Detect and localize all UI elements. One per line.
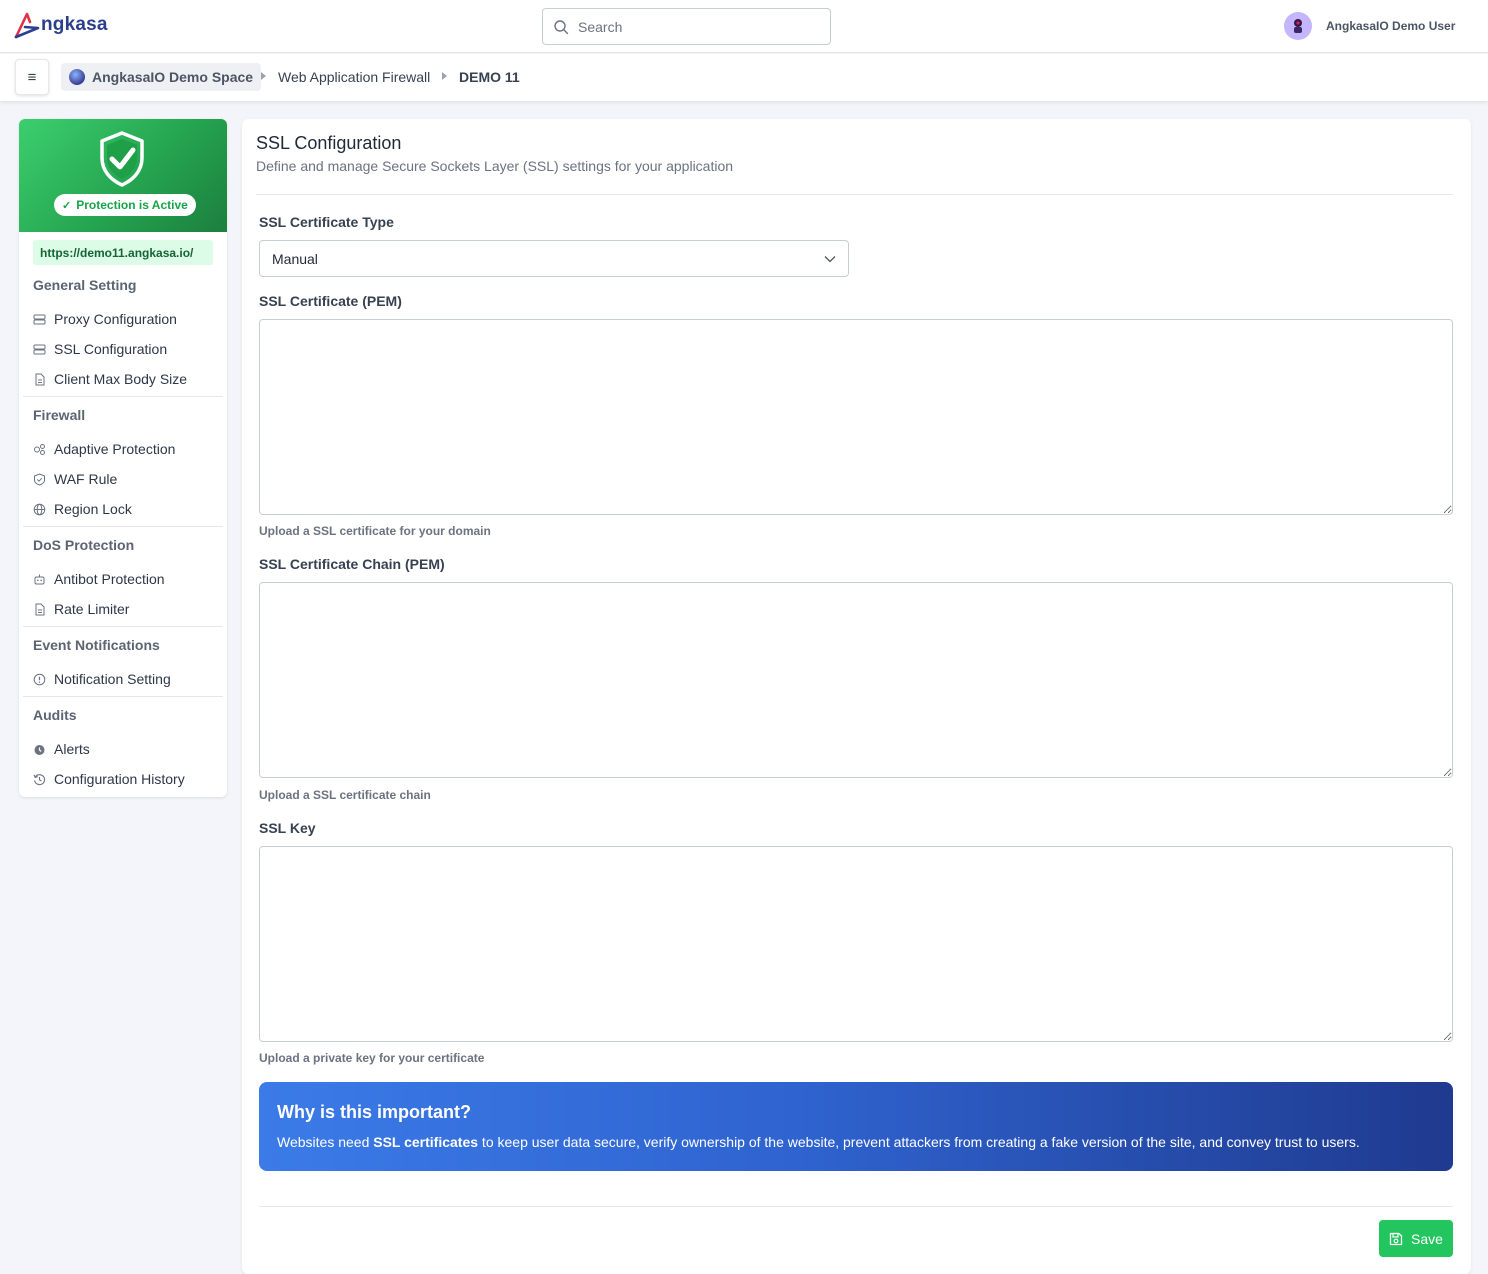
info-banner: Why is this important? Websites need SSL… <box>259 1082 1453 1171</box>
brand-name: ngkasa <box>41 14 108 35</box>
sidebar-item-label: Client Max Body Size <box>54 371 188 387</box>
divider <box>23 696 223 697</box>
server-icon <box>33 343 46 356</box>
ssl-key-help: Upload a private key for your certificat… <box>259 1051 485 1065</box>
chevron-down-icon <box>824 255 836 262</box>
section-title-dos: DoS Protection <box>33 537 135 553</box>
chevron-right-icon <box>261 72 266 80</box>
sidebar-item-adaptive-protection[interactable]: Adaptive Protection <box>33 438 213 460</box>
astronaut-icon <box>1294 19 1302 33</box>
user-name: AngkasaIO Demo User <box>1326 19 1456 33</box>
info-text-bold: SSL certificates <box>373 1134 479 1150</box>
divider <box>23 396 223 397</box>
divider <box>23 626 223 627</box>
sidebar-item-label: Antibot Protection <box>54 571 165 587</box>
search-box[interactable] <box>542 8 831 45</box>
info-text-after: to keep user data secure, verify ownersh… <box>478 1134 1360 1150</box>
sidebar-item-client-max-body-size[interactable]: Client Max Body Size <box>33 368 213 390</box>
breadcrumb-current: DEMO 11 <box>459 69 520 85</box>
breadcrumb: ≡ AngkasaIO Demo Space Web Application F… <box>0 54 1488 101</box>
search-input[interactable] <box>578 18 808 35</box>
hamburger-icon: ≡ <box>27 68 37 86</box>
ssl-key-label: SSL Key <box>259 820 316 836</box>
save-icon <box>1389 1232 1403 1245</box>
shield-check-icon <box>100 131 144 187</box>
cert-type-select[interactable]: Manual <box>259 240 849 277</box>
sidebar-item-label: Adaptive Protection <box>54 441 176 457</box>
robot-icon <box>33 573 46 586</box>
sidebar-item-label: Notification Setting <box>54 671 171 687</box>
avatar[interactable] <box>1284 12 1312 40</box>
breadcrumb-space-label: AngkasaIO Demo Space <box>92 69 254 85</box>
file-icon <box>33 603 46 616</box>
status-badge-label: Protection is Active <box>76 198 188 212</box>
sidebar-item-proxy-configuration[interactable]: Proxy Configuration <box>33 308 213 330</box>
cert-pem-textarea[interactable] <box>259 319 1453 515</box>
shield-icon <box>33 472 46 486</box>
logo-icon <box>14 12 40 39</box>
check-icon: ✓ <box>62 199 72 212</box>
cert-type-value: Manual <box>272 250 318 267</box>
protection-status-panel: ✓ Protection is Active <box>19 119 227 232</box>
breadcrumb-space[interactable]: AngkasaIO Demo Space <box>61 63 262 91</box>
sidebar-item-configuration-history[interactable]: Configuration History <box>33 768 213 790</box>
chevron-right-icon <box>442 72 447 80</box>
sidebar-item-rate-limiter[interactable]: Rate Limiter <box>33 598 213 620</box>
sidebar-item-antibot-protection[interactable]: Antibot Protection <box>33 568 213 590</box>
divider <box>259 1206 1453 1207</box>
sidebar-item-alerts[interactable]: Alerts <box>33 738 213 760</box>
sidebar-item-label: Rate Limiter <box>54 601 130 617</box>
save-button-label: Save <box>1411 1230 1443 1247</box>
menu-toggle-button[interactable]: ≡ <box>15 59 49 95</box>
cert-pem-help: Upload a SSL certificate for your domain <box>259 524 491 538</box>
sidebar-item-ssl-configuration[interactable]: SSL Configuration <box>33 338 213 360</box>
main-panel: SSL Configuration Define and manage Secu… <box>242 119 1471 1274</box>
sidebar-item-label: Configuration History <box>54 771 185 787</box>
history-icon <box>33 773 46 786</box>
sidebar-item-notification-setting[interactable]: Notification Setting <box>33 668 213 690</box>
info-banner-title: Why is this important? <box>277 1102 472 1122</box>
cert-chain-textarea[interactable] <box>259 582 1453 778</box>
sidebar-item-label: Region Lock <box>54 501 132 517</box>
divider <box>256 194 1453 195</box>
info-icon <box>33 673 46 686</box>
globe-icon <box>33 503 46 516</box>
adaptive-icon <box>33 443 46 456</box>
info-text-before: Websites need <box>277 1134 374 1150</box>
space-globe-icon <box>69 69 85 85</box>
cert-type-label: SSL Certificate Type <box>259 214 394 230</box>
sidebar: ✓ Protection is Active https://demo11.an… <box>19 119 227 797</box>
page-subtitle: Define and manage Secure Sockets Layer (… <box>256 158 734 174</box>
cert-pem-label: SSL Certificate (PEM) <box>259 293 402 309</box>
info-banner-text: Websites need SSL certificates to keep u… <box>277 1134 1360 1150</box>
divider <box>23 526 223 527</box>
server-icon <box>33 313 46 326</box>
sidebar-item-label: Proxy Configuration <box>54 311 177 327</box>
site-url[interactable]: https://demo11.angkasa.io/ <box>33 240 213 265</box>
sidebar-item-region-lock[interactable]: Region Lock <box>33 498 213 520</box>
status-badge: ✓ Protection is Active <box>54 194 196 216</box>
section-title-general: General Setting <box>33 277 137 293</box>
user-menu[interactable]: AngkasaIO Demo User <box>1284 12 1455 40</box>
breadcrumb-section[interactable]: Web Application Firewall <box>278 69 430 85</box>
sidebar-item-label: WAF Rule <box>54 471 118 487</box>
brand-logo[interactable]: ngkasa <box>14 11 108 39</box>
page-title: SSL Configuration <box>256 133 402 153</box>
sidebar-item-label: Alerts <box>54 741 90 757</box>
file-icon <box>33 373 46 386</box>
section-title-firewall: Firewall <box>33 407 86 423</box>
top-bar: ngkasa AngkasaIO Demo User <box>0 0 1488 53</box>
alarm-icon <box>33 743 46 756</box>
section-title-audits: Audits <box>33 707 77 723</box>
sidebar-item-waf-rule[interactable]: WAF Rule <box>33 468 213 490</box>
search-icon <box>554 19 569 34</box>
ssl-key-textarea[interactable] <box>259 846 1453 1042</box>
cert-chain-help: Upload a SSL certificate chain <box>259 788 431 802</box>
sidebar-item-label: SSL Configuration <box>54 341 168 357</box>
save-button[interactable]: Save <box>1379 1220 1453 1257</box>
cert-chain-label: SSL Certificate Chain (PEM) <box>259 556 445 572</box>
section-title-event-notifications: Event Notifications <box>33 637 160 653</box>
